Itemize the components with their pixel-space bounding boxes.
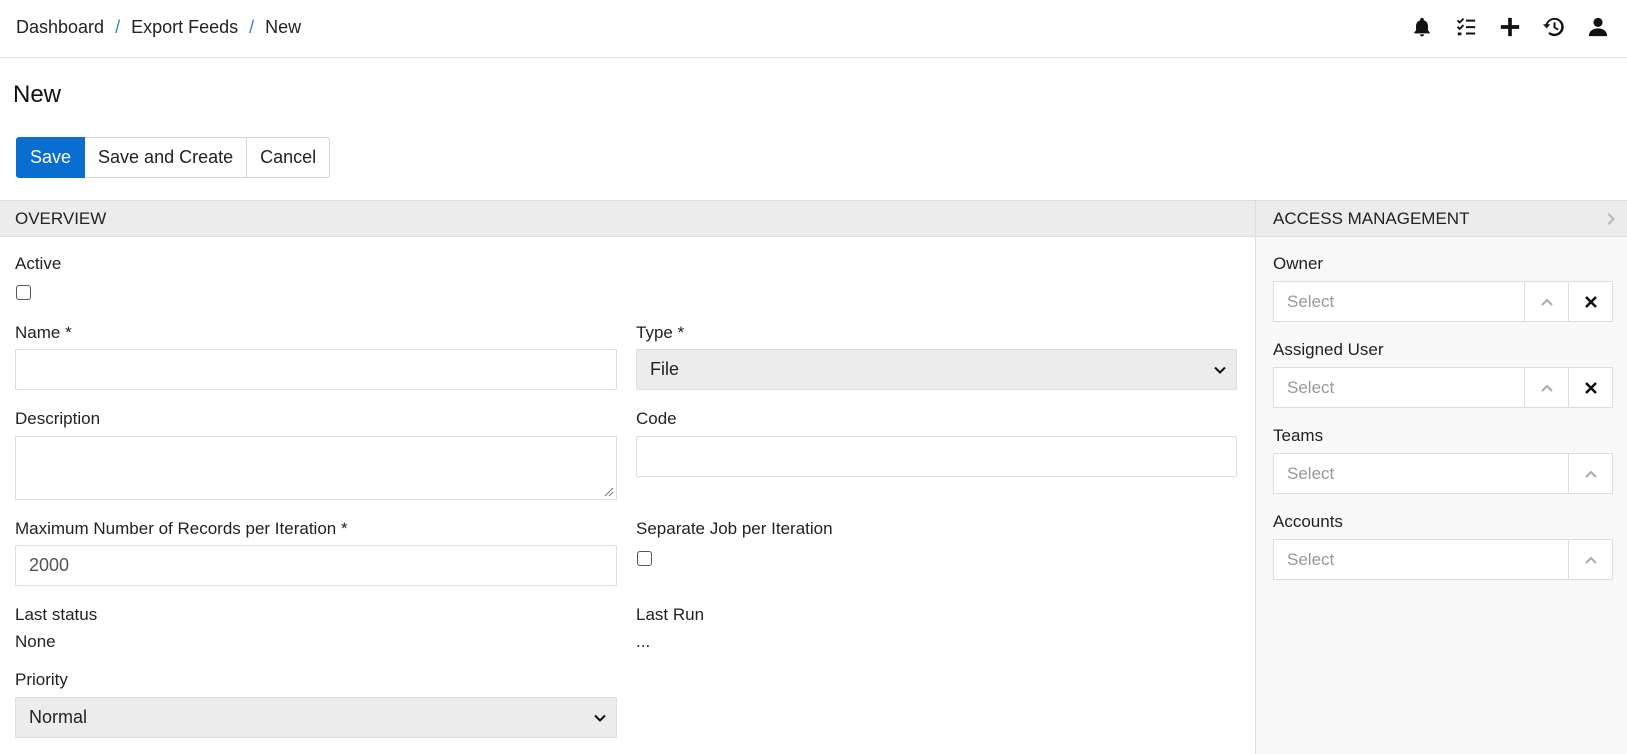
history-icon[interactable]: [1543, 16, 1565, 38]
overview-panel: OVERVIEW Active Name * Type * File Descr…: [0, 200, 1256, 754]
breadcrumb-dashboard[interactable]: Dashboard: [16, 17, 104, 38]
priority-select[interactable]: Normal: [15, 697, 617, 738]
teams-label: Teams: [1273, 426, 1324, 445]
breadcrumb-export-feeds[interactable]: Export Feeds: [131, 17, 238, 38]
active-checkbox[interactable]: [16, 285, 31, 300]
name-label: Name *: [15, 323, 72, 342]
owner-clear-button[interactable]: [1569, 281, 1613, 322]
owner-label: Owner: [1273, 254, 1324, 273]
max-records-input[interactable]: 2000: [15, 545, 617, 586]
last-status-label: Last status: [15, 605, 98, 624]
chevron-down-icon: [1214, 366, 1226, 374]
owner-select-input[interactable]: Select: [1273, 281, 1525, 322]
chevron-up-icon: [1584, 556, 1597, 564]
accounts-label: Accounts: [1273, 512, 1343, 531]
record-action-buttons: Save Save and Create Cancel: [16, 137, 331, 178]
last-run-value: ...: [636, 632, 651, 651]
teams-link-field: Select: [1273, 453, 1613, 494]
bell-icon[interactable]: [1411, 16, 1433, 38]
close-icon: [1584, 295, 1597, 308]
breadcrumb-separator: /: [249, 17, 255, 37]
save-button[interactable]: Save: [16, 137, 86, 178]
top-navbar: Dashboard / Export Feeds / New: [0, 0, 1627, 58]
cancel-button[interactable]: Cancel: [247, 137, 331, 178]
owner-link-field: Select: [1273, 281, 1613, 322]
type-selected-value: File: [650, 359, 680, 379]
type-label: Type *: [636, 323, 685, 342]
type-select[interactable]: File: [636, 349, 1237, 390]
description-textarea[interactable]: [15, 436, 617, 500]
chevron-down-icon: [594, 714, 606, 722]
accounts-expand-button[interactable]: [1569, 539, 1613, 580]
assigned-user-expand-button[interactable]: [1525, 367, 1569, 408]
chevron-up-icon: [1584, 470, 1597, 478]
checklist-icon[interactable]: [1455, 16, 1477, 38]
teams-select-input[interactable]: Select: [1273, 453, 1569, 494]
max-records-label: Maximum Number of Records per Iteration …: [15, 519, 348, 538]
overview-heading: OVERVIEW: [15, 208, 107, 228]
breadcrumb-separator: /: [115, 17, 121, 37]
code-input[interactable]: [636, 436, 1237, 477]
accounts-link-field: Select: [1273, 539, 1613, 580]
chevron-up-icon: [1540, 384, 1553, 392]
breadcrumb-current: New: [265, 17, 302, 37]
top-icon-bar: [1411, 16, 1609, 38]
assigned-user-select-input[interactable]: Select: [1273, 367, 1525, 408]
last-run-label: Last Run: [636, 605, 705, 624]
assigned-user-clear-button[interactable]: [1569, 367, 1613, 408]
chevron-right-icon[interactable]: [1605, 211, 1619, 227]
code-label: Code: [636, 409, 677, 428]
separate-job-label: Separate Job per Iteration: [636, 519, 833, 538]
priority-selected-value: Normal: [29, 707, 88, 727]
priority-label: Priority: [15, 670, 68, 689]
assigned-user-link-field: Select: [1273, 367, 1613, 408]
owner-expand-button[interactable]: [1525, 281, 1569, 322]
assigned-user-label: Assigned User: [1273, 340, 1384, 359]
plus-icon[interactable]: [1499, 16, 1521, 38]
active-label: Active: [15, 254, 62, 273]
breadcrumb: Dashboard / Export Feeds / New: [16, 17, 301, 38]
teams-expand-button[interactable]: [1569, 453, 1613, 494]
description-label: Description: [15, 409, 101, 428]
separate-job-checkbox[interactable]: [637, 551, 652, 566]
overview-panel-header: OVERVIEW: [0, 201, 1255, 237]
accounts-select-input[interactable]: Select: [1273, 539, 1569, 580]
access-panel-header[interactable]: ACCESS MANAGEMENT: [1256, 201, 1627, 237]
access-management-panel: ACCESS MANAGEMENT Owner Select Assigned …: [1256, 200, 1627, 754]
save-and-create-button[interactable]: Save and Create: [85, 137, 248, 178]
chevron-up-icon: [1540, 298, 1553, 306]
access-heading: ACCESS MANAGEMENT: [1273, 208, 1470, 228]
name-input[interactable]: [15, 349, 617, 390]
last-status-value: None: [15, 632, 56, 651]
close-icon: [1584, 381, 1597, 394]
page-title: New: [13, 81, 62, 108]
user-icon[interactable]: [1587, 16, 1609, 38]
resize-handle-icon[interactable]: [604, 487, 614, 497]
